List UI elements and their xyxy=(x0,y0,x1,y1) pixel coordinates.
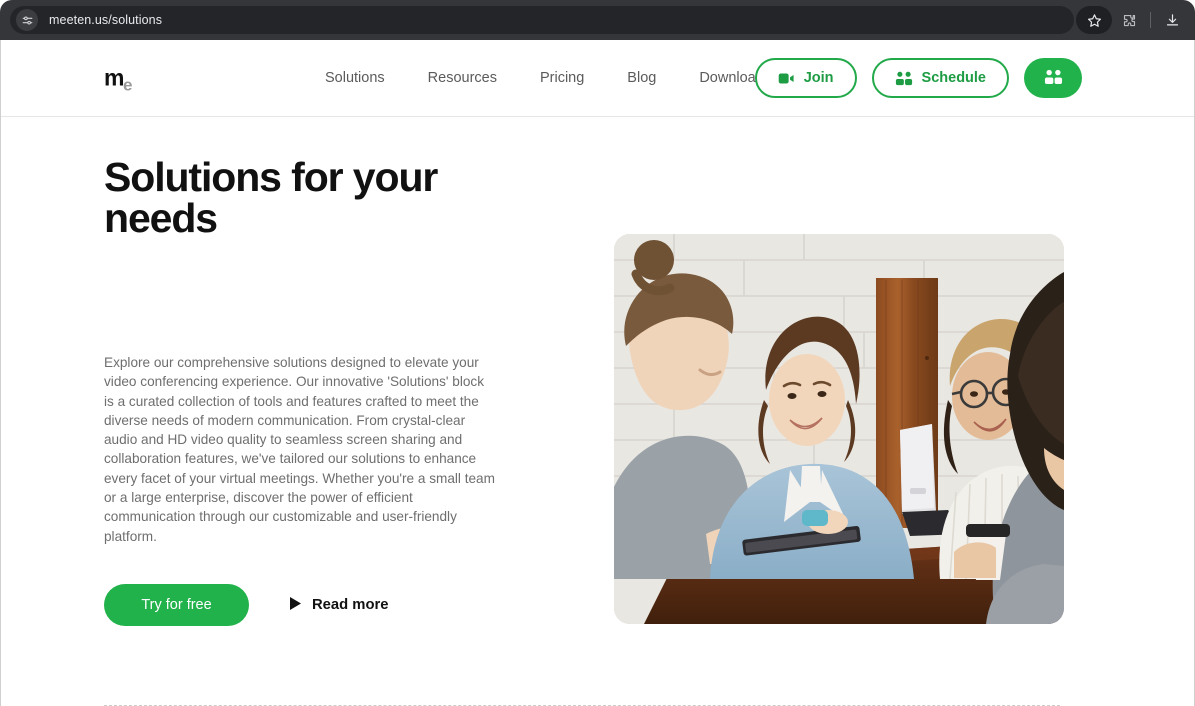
play-triangle-icon xyxy=(290,596,301,614)
bookmark-star-icon[interactable] xyxy=(1076,6,1112,34)
nav-item-blog[interactable]: Blog xyxy=(627,70,656,86)
site-settings-icon[interactable] xyxy=(16,9,38,31)
logo-mark-m: m xyxy=(104,64,124,91)
hero-section: Solutions for your needs Explore our com… xyxy=(1,117,1194,706)
toolbar-divider xyxy=(1150,12,1151,28)
join-button[interactable]: Join xyxy=(754,58,857,98)
site-logo[interactable]: m e xyxy=(104,64,133,95)
schedule-button-label: Schedule xyxy=(921,70,986,86)
video-join-icon xyxy=(778,71,795,86)
try-for-free-button[interactable]: Try for free xyxy=(104,584,249,626)
browser-action-buttons xyxy=(1076,0,1189,40)
address-bar-url: meeten.us/solutions xyxy=(49,13,163,27)
page-viewport: m e Solutions Resources Pricing Blog Dow… xyxy=(0,40,1195,706)
hero-image xyxy=(614,234,1064,624)
nav-item-pricing[interactable]: Pricing xyxy=(540,70,584,86)
nav-item-resources[interactable]: Resources xyxy=(428,70,497,86)
read-more-label: Read more xyxy=(312,597,389,613)
schedule-button[interactable]: Schedule xyxy=(871,58,1009,98)
logo-mark-e: e xyxy=(122,75,133,95)
nav-item-solutions[interactable]: Solutions xyxy=(325,70,385,86)
read-more-button[interactable]: Read more xyxy=(290,596,389,614)
join-button-label: Join xyxy=(803,70,834,86)
downloads-icon[interactable] xyxy=(1155,6,1189,34)
app-root: meeten.us/solutions m e Solutions Resour… xyxy=(0,0,1195,706)
browser-toolbar: meeten.us/solutions xyxy=(0,0,1195,40)
page-title: Solutions for your needs xyxy=(104,154,438,241)
hero-image-graphic xyxy=(614,234,1064,624)
address-bar[interactable]: meeten.us/solutions xyxy=(10,6,1074,34)
hero-description: Explore our comprehensive solutions desi… xyxy=(104,355,495,544)
extensions-puzzle-piece-icon[interactable] xyxy=(1112,6,1146,34)
people-group-icon xyxy=(895,71,913,86)
people-group-icon xyxy=(1044,69,1063,88)
site-header: m e Solutions Resources Pricing Blog Dow… xyxy=(1,40,1194,117)
main-navigation: Solutions Resources Pricing Blog Downloa… xyxy=(325,70,764,86)
header-actions: Join Schedule xyxy=(754,58,1082,98)
account-people-button[interactable] xyxy=(1024,58,1082,98)
hero-cta-group: Try for free Read more xyxy=(104,584,388,626)
